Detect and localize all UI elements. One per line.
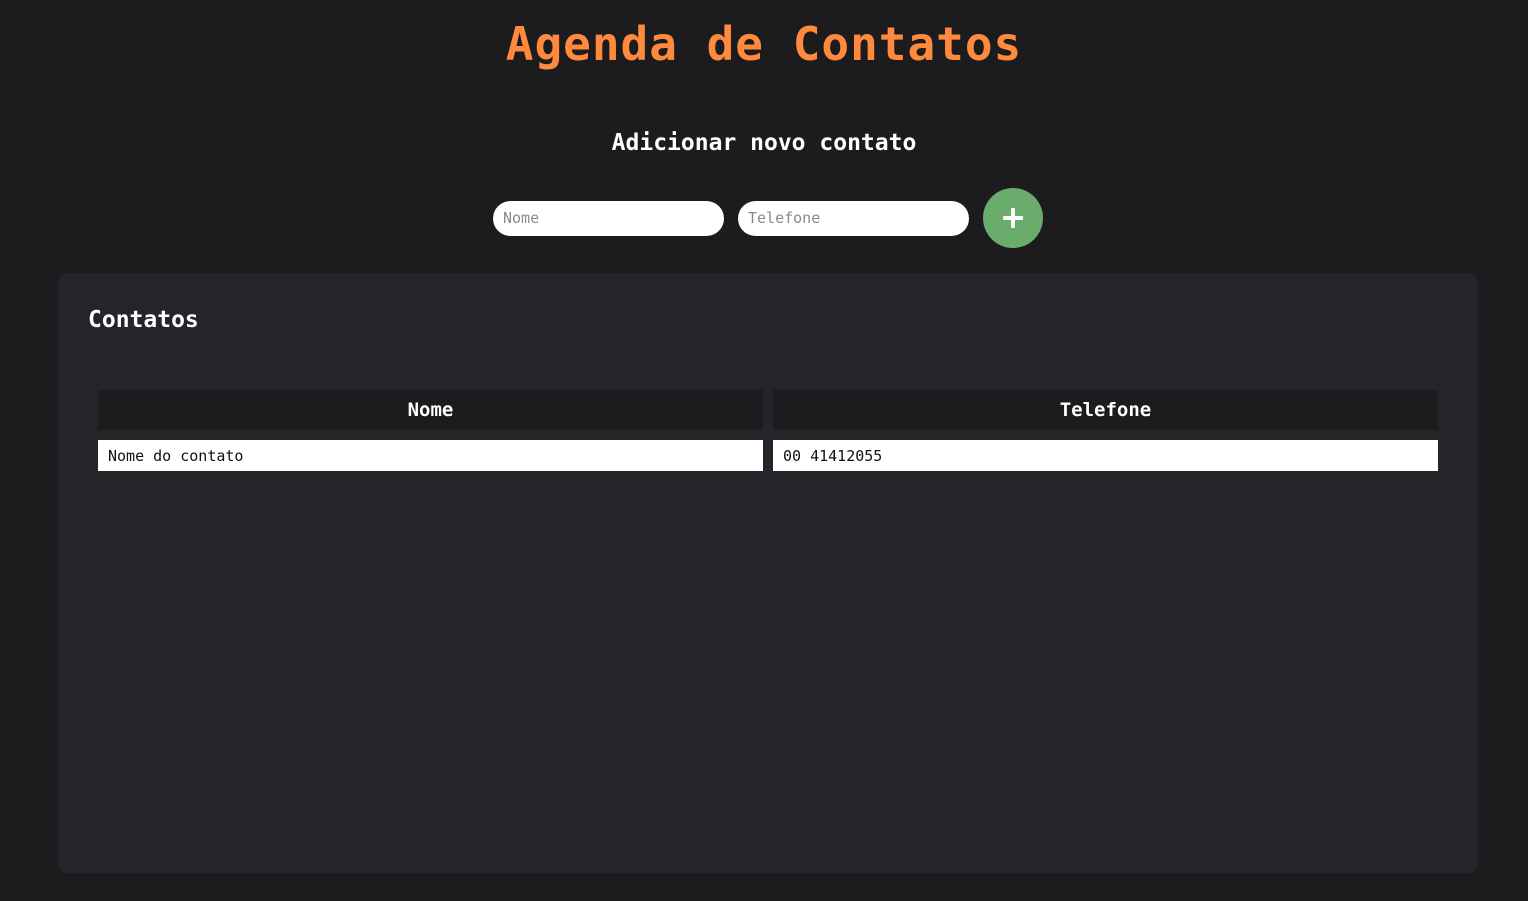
name-input[interactable]: [493, 200, 724, 236]
contact-phone-cell: 00 41412055: [773, 440, 1438, 471]
page: Agenda de Contatos Adicionar novo contat…: [0, 0, 1528, 901]
contacts-panel: Contatos Nome Telefone Nome do contato 0…: [58, 273, 1478, 873]
add-contact-heading: Adicionar novo contato: [611, 130, 917, 156]
add-contact-button[interactable]: [983, 188, 1043, 248]
contact-name-cell: Nome do contato: [98, 440, 763, 471]
column-header-phone: Telefone: [773, 390, 1438, 430]
contacts-table: Nome Telefone Nome do contato 00 4141205…: [88, 380, 1448, 481]
plus-icon: [1003, 208, 1023, 228]
contacts-title: Contatos: [88, 307, 199, 333]
page-title: Agenda de Contatos: [505, 17, 1023, 71]
table-header-row: Nome Telefone: [98, 390, 1438, 430]
phone-input[interactable]: [738, 200, 969, 236]
table-row: Nome do contato 00 41412055: [98, 440, 1438, 471]
add-contact-form: [493, 188, 1043, 248]
column-header-name: Nome: [98, 390, 763, 430]
